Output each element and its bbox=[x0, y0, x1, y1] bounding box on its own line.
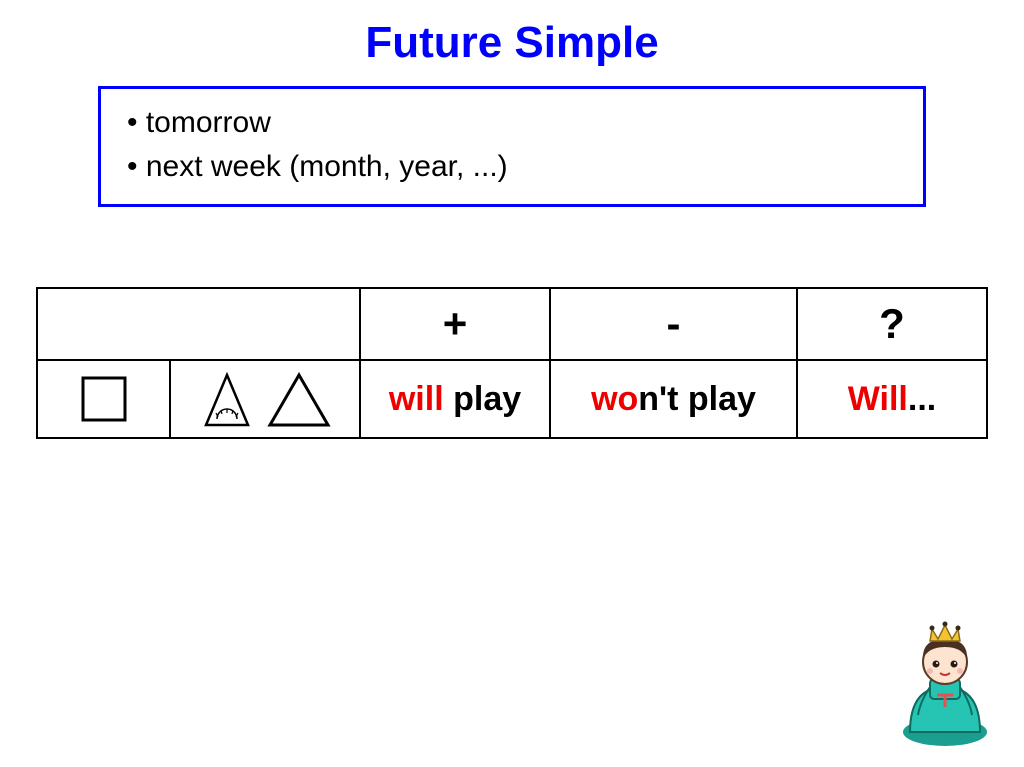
square-icon bbox=[77, 372, 131, 426]
page-title: Future Simple bbox=[0, 0, 1024, 86]
header-minus: - bbox=[550, 288, 797, 360]
cell-question: Will... bbox=[797, 360, 987, 438]
header-plus: + bbox=[360, 288, 550, 360]
play-black: play bbox=[444, 380, 521, 418]
narrow-triangle-sun-icon bbox=[198, 369, 256, 429]
will-red: will bbox=[389, 380, 444, 418]
tense-table: + - ? will play bbox=[36, 287, 988, 439]
bullet-tomorrow: tomorrow bbox=[119, 101, 905, 145]
wide-triangle-icon bbox=[266, 369, 332, 429]
time-markers-box: tomorrow next week (month, year, ...) bbox=[98, 86, 926, 207]
cell-positive: will play bbox=[360, 360, 550, 438]
cell-subject-shape bbox=[37, 360, 170, 438]
will-q-red: Will bbox=[848, 380, 908, 418]
header-question: ? bbox=[797, 288, 987, 360]
header-empty bbox=[37, 288, 360, 360]
princess-character-icon bbox=[890, 617, 1000, 747]
wo-red: wo bbox=[591, 380, 638, 418]
bullet-next-week: next week (month, year, ...) bbox=[119, 145, 905, 189]
table-row: will play won't play Will... bbox=[37, 360, 987, 438]
nt-play-black: n't play bbox=[638, 380, 756, 418]
table-header-row: + - ? bbox=[37, 288, 987, 360]
cell-negative: won't play bbox=[550, 360, 797, 438]
dots-black: ... bbox=[908, 380, 936, 418]
cell-verb-shapes bbox=[170, 360, 360, 438]
